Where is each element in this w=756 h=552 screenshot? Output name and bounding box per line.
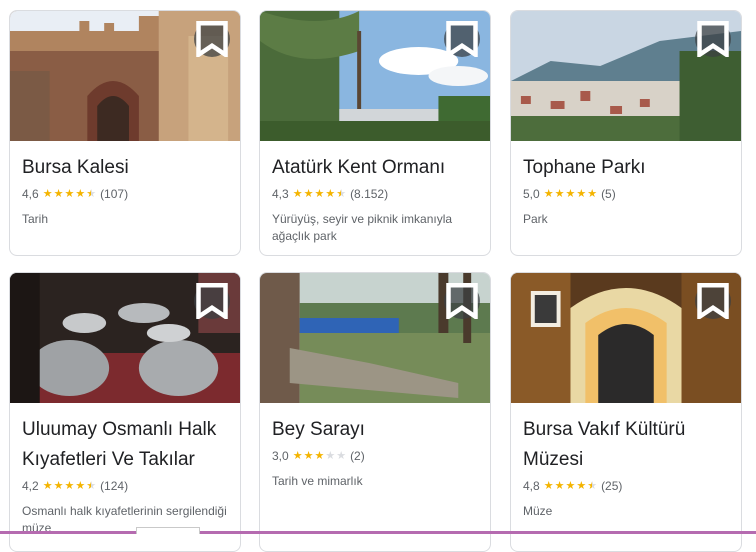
star-rating: ★ ★ ★ ★ ★ — [292, 449, 347, 462]
star-icon: ★ — [86, 479, 97, 492]
place-photo[interactable] — [260, 11, 490, 141]
review-count[interactable]: (5) — [601, 187, 616, 201]
star-icon: ★ — [314, 187, 325, 200]
save-button[interactable] — [194, 21, 230, 57]
place-card-bursa-kalesi[interactable]: Bursa Kalesi 4,6 ★ ★ ★ ★ ★ (107) Tarih — [9, 10, 241, 256]
star-icon: ★ — [314, 449, 325, 462]
star-icon: ★ — [576, 479, 587, 492]
place-card-uluumay-muze[interactable]: Uluumay Osmanlı Halk Kıyafetleri Ve Takı… — [9, 272, 241, 552]
place-category: Tarih — [22, 212, 49, 226]
rating-row: 4,6 ★ ★ ★ ★ ★ (107) — [22, 187, 228, 201]
place-title[interactable]: Atatürk Kent Ormanı — [272, 153, 478, 183]
star-icon: ★ — [336, 187, 347, 200]
star-rating: ★ ★ ★ ★ ★ — [292, 187, 347, 200]
star-rating: ★ ★ ★ ★ ★ — [42, 479, 97, 492]
rating-value: 5,0 — [523, 187, 540, 201]
star-icon: ★ — [53, 479, 64, 492]
place-category: Tarih ve mimarlık — [272, 474, 363, 488]
place-title[interactable]: Bursa Vakıf Kültürü Müzesi — [523, 415, 729, 475]
place-category: Park — [523, 212, 548, 226]
star-icon: ★ — [587, 479, 598, 492]
star-icon: ★ — [42, 479, 53, 492]
rating-row: 4,3 ★ ★ ★ ★ ★ (8.152) — [272, 187, 478, 201]
star-icon: ★ — [303, 187, 314, 200]
review-count[interactable]: (124) — [100, 479, 128, 493]
place-category: Müze — [523, 504, 553, 518]
star-icon: ★ — [64, 479, 75, 492]
bookmark-icon — [446, 21, 478, 57]
place-card-ataturk-kent-ormani[interactable]: Atatürk Kent Ormanı 4,3 ★ ★ ★ ★ ★ (8.152) Yü… — [259, 10, 491, 256]
place-category: Yürüyüş, seyir ve piknik imkanıyla ağaçl… — [272, 212, 453, 243]
place-title[interactable]: Bey Sarayı — [272, 415, 478, 445]
star-icon: ★ — [292, 449, 303, 462]
star-icon: ★ — [42, 187, 53, 200]
rating-row: 3,0 ★ ★ ★ ★ ★ (2) — [272, 449, 478, 463]
star-icon: ★ — [336, 449, 347, 462]
save-button[interactable] — [695, 21, 731, 57]
rating-row: 4,2 ★ ★ ★ ★ ★ (124) — [22, 479, 228, 493]
bookmark-icon — [196, 21, 228, 57]
place-card-vakif-kulturu-muzesi[interactable]: Bursa Vakıf Kültürü Müzesi 4,8 ★ ★ ★ ★ ★ (25… — [510, 272, 742, 552]
bottom-tab — [136, 527, 200, 534]
star-icon: ★ — [554, 187, 565, 200]
rating-row: 5,0 ★ ★ ★ ★ ★ (5) — [523, 187, 729, 201]
review-count[interactable]: (107) — [100, 187, 128, 201]
place-title[interactable]: Uluumay Osmanlı Halk Kıyafetleri Ve Takı… — [22, 415, 228, 475]
place-photo[interactable] — [511, 11, 741, 141]
star-icon: ★ — [292, 187, 303, 200]
star-icon: ★ — [75, 479, 86, 492]
place-photo[interactable] — [511, 273, 741, 403]
star-icon: ★ — [53, 187, 64, 200]
star-icon: ★ — [576, 187, 587, 200]
bookmark-icon — [697, 283, 729, 319]
review-count[interactable]: (25) — [601, 479, 622, 493]
rating-value: 3,0 — [272, 449, 289, 463]
place-photo[interactable] — [260, 273, 490, 403]
star-icon: ★ — [325, 449, 336, 462]
place-card-tophane-parki[interactable]: Tophane Parkı 5,0 ★ ★ ★ ★ ★ (5) Park — [510, 10, 742, 256]
rating-value: 4,6 — [22, 187, 39, 201]
review-count[interactable]: (8.152) — [350, 187, 388, 201]
place-photo[interactable] — [10, 273, 240, 403]
save-button[interactable] — [194, 283, 230, 319]
star-icon: ★ — [64, 187, 75, 200]
bookmark-icon — [196, 283, 228, 319]
star-icon: ★ — [565, 187, 576, 200]
star-icon: ★ — [554, 479, 565, 492]
rating-row: 4,8 ★ ★ ★ ★ ★ (25) — [523, 479, 729, 493]
star-icon: ★ — [86, 187, 97, 200]
place-title[interactable]: Tophane Parkı — [523, 153, 729, 183]
save-button[interactable] — [444, 21, 480, 57]
save-button[interactable] — [695, 283, 731, 319]
star-rating: ★ ★ ★ ★ ★ — [42, 187, 97, 200]
rating-value: 4,3 — [272, 187, 289, 201]
bookmark-icon — [446, 283, 478, 319]
star-rating: ★ ★ ★ ★ ★ — [543, 187, 598, 200]
star-icon: ★ — [543, 187, 554, 200]
star-icon: ★ — [325, 187, 336, 200]
review-count[interactable]: (2) — [350, 449, 365, 463]
rating-value: 4,2 — [22, 479, 39, 493]
star-icon: ★ — [565, 479, 576, 492]
star-icon: ★ — [587, 187, 598, 200]
place-photo[interactable] — [10, 11, 240, 141]
star-icon: ★ — [75, 187, 86, 200]
rating-value: 4,8 — [523, 479, 540, 493]
star-icon: ★ — [303, 449, 314, 462]
place-title[interactable]: Bursa Kalesi — [22, 153, 228, 183]
star-icon: ★ — [543, 479, 554, 492]
bookmark-icon — [697, 21, 729, 57]
place-card-bey-sarayi[interactable]: Bey Sarayı 3,0 ★ ★ ★ ★ ★ (2) Tarih ve mimarl… — [259, 272, 491, 552]
save-button[interactable] — [444, 283, 480, 319]
star-rating: ★ ★ ★ ★ ★ — [543, 479, 598, 492]
